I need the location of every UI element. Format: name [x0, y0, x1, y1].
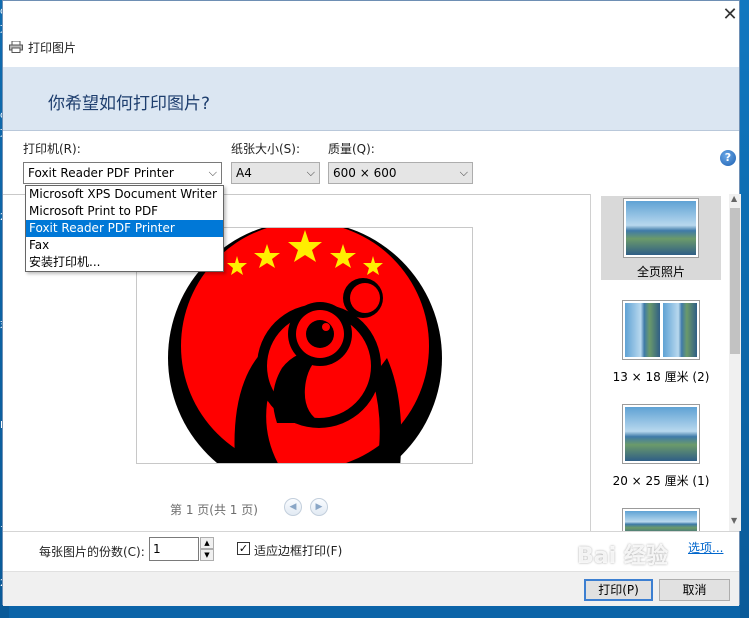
watermark: Bai 经验: [577, 544, 668, 569]
layout-thumbnail: [622, 300, 700, 360]
layout-scrollbar[interactable]: ▲ ▼: [729, 194, 741, 531]
printer-option[interactable]: Microsoft Print to PDF: [26, 203, 223, 220]
printer-select-value: Foxit Reader PDF Printer: [28, 166, 174, 180]
printer-option[interactable]: Microsoft XPS Document Writer: [26, 186, 223, 203]
copies-up-icon[interactable]: ▲: [200, 537, 214, 549]
chevron-down-icon: ⌵: [208, 166, 217, 179]
chevron-down-icon: ⌵: [459, 166, 468, 179]
scroll-up-icon[interactable]: ▲: [731, 194, 737, 203]
printer-dropdown-list[interactable]: Microsoft XPS Document Writer Microsoft …: [25, 185, 224, 272]
printer-option[interactable]: 安装打印机...: [26, 254, 223, 271]
copies-down-icon[interactable]: ▼: [200, 549, 214, 561]
help-icon[interactable]: ?: [720, 150, 736, 166]
layout-thumbnail: [623, 198, 699, 258]
layout-thumbnail: [622, 508, 700, 531]
printer-option[interactable]: Foxit Reader PDF Printer: [26, 220, 223, 237]
divider: [3, 531, 739, 532]
chevron-down-icon: ⌵: [306, 166, 315, 179]
next-page-button[interactable]: ▶: [310, 498, 328, 516]
layout-list[interactable]: 全页照片 13 × 18 厘米 (2) 20 × 25 厘米 (1): [590, 194, 741, 531]
layout-item-more[interactable]: [601, 508, 721, 531]
layout-item-13x18[interactable]: 13 × 18 厘米 (2): [601, 300, 721, 384]
layout-item-20x25[interactable]: 20 × 25 厘米 (1): [601, 404, 721, 488]
printer-select[interactable]: Foxit Reader PDF Printer ⌵: [23, 162, 222, 184]
paper-size-label: 纸张大小(S):: [231, 142, 301, 156]
printer-label: 打印机(R):: [23, 142, 81, 156]
printer-icon: [9, 40, 23, 53]
fit-label: 适应边框打印(F): [254, 544, 343, 558]
dialog-title: 打印图片: [28, 40, 77, 55]
layout-item-full-page[interactable]: 全页照片: [601, 196, 721, 280]
page-title: 你希望如何打印图片?: [48, 94, 211, 114]
desktop-right-strip: [740, 0, 749, 618]
options-link[interactable]: 选项...: [688, 539, 723, 556]
layout-thumbnail: [622, 404, 700, 464]
printer-option[interactable]: Fax: [26, 237, 223, 254]
print-pictures-dialog: ✕ 打印图片 你希望如何打印图片? 打印机(R): 纸张大小(S): 质量(Q)…: [2, 0, 741, 606]
cancel-button[interactable]: 取消: [659, 579, 730, 601]
dialog-title-bar: 打印图片: [9, 39, 76, 55]
paper-size-select[interactable]: A4 ⌵: [231, 162, 320, 184]
quality-select[interactable]: 600 × 600 ⌵: [328, 162, 473, 184]
copies-label: 每张图片的份数(C):: [39, 545, 145, 559]
layout-label: 13 × 18 厘米 (2): [612, 370, 710, 384]
scrollbar-thumb[interactable]: [730, 208, 740, 354]
quality-label: 质量(Q):: [328, 142, 375, 156]
page-indicator: 第 1 页(共 1 页): [170, 503, 258, 517]
layout-label: 20 × 25 厘米 (1): [612, 474, 710, 488]
scroll-down-icon[interactable]: ▼: [731, 516, 737, 525]
layout-label: 全页照片: [636, 265, 685, 279]
close-button[interactable]: ✕: [719, 5, 741, 27]
fit-checkbox[interactable]: ✓: [237, 542, 250, 555]
copies-input[interactable]: 1: [149, 537, 199, 561]
print-button[interactable]: 打印(P): [584, 579, 653, 601]
previous-page-button[interactable]: ◀: [284, 498, 302, 516]
quality-value: 600 × 600: [333, 166, 397, 180]
paper-size-value: A4: [236, 166, 252, 180]
